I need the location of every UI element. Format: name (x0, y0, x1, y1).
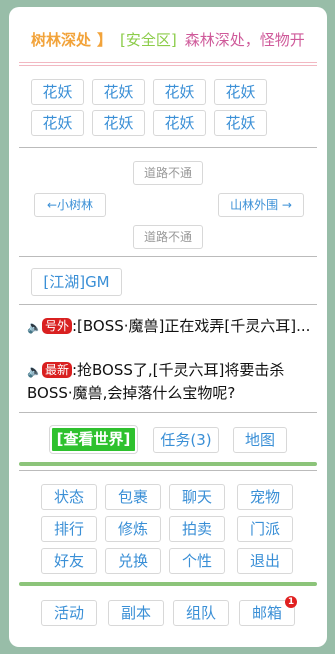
monster-button[interactable]: 花妖 (31, 110, 84, 136)
broadcast-message: 🔈 最新:抢BOSS了,[千灵六耳]将要击杀BOSS·魔兽,会掉落什么宝物呢? (27, 359, 317, 404)
menu-bag-button[interactable]: 包裹 (105, 484, 161, 510)
divider (19, 470, 317, 471)
speaker-icon: 🔈 (27, 320, 42, 334)
monster-button[interactable]: 花妖 (153, 110, 206, 136)
divider (19, 147, 317, 148)
nav-north-button[interactable]: 道路不通 (133, 161, 203, 185)
monster-button[interactable]: 花妖 (31, 79, 84, 105)
menu-logout-button[interactable]: 退出 (237, 548, 293, 574)
green-divider (19, 582, 317, 586)
nav-west-button[interactable]: ←小树林 (34, 193, 106, 217)
menu-status-button[interactable]: 状态 (41, 484, 97, 510)
message-tag: 最新 (41, 362, 72, 378)
divider (19, 256, 317, 257)
nav-south-button[interactable]: 道路不通 (133, 225, 203, 249)
divider (19, 65, 317, 66)
safe-zone-label: [安全区] (120, 31, 177, 49)
divider (19, 412, 317, 413)
location-description: 森林深处，怪物开 (184, 31, 305, 49)
map-button[interactable]: 地图 (233, 427, 287, 453)
green-divider (19, 462, 317, 466)
monster-button[interactable]: 花妖 (92, 79, 145, 105)
npc-button[interactable]: [江湖]GM (31, 268, 122, 296)
view-world-button[interactable]: [查看世界] (49, 425, 138, 454)
message-tag: 号外 (41, 318, 72, 334)
team-button[interactable]: 组队 (173, 600, 229, 626)
menu-pet-button[interactable]: 宠物 (237, 484, 293, 510)
location-header: 树林深处】 [安全区] 森林深处，怪物开 (9, 29, 327, 55)
divider (19, 304, 317, 305)
tasks-button[interactable]: 任务(3) (153, 427, 219, 453)
nav-east-button[interactable]: 山林外围 → (218, 193, 304, 217)
monster-button[interactable]: 花妖 (153, 79, 206, 105)
message-text[interactable]: :[BOSS·魔兽]正在戏弄[千灵六耳]... (72, 317, 310, 335)
game-panel: 树林深处】 [安全区] 森林深处，怪物开 花妖 花妖 花妖 花妖 花妖 花妖 花妖 … (9, 7, 327, 647)
speaker-icon: 🔈 (27, 364, 42, 378)
mail-badge: 1 (285, 596, 297, 608)
location-name[interactable]: 树林深处 (31, 29, 91, 50)
menu-redeem-button[interactable]: 兑换 (105, 548, 161, 574)
dungeon-button[interactable]: 副本 (108, 600, 164, 626)
monster-button[interactable]: 花妖 (214, 79, 267, 105)
menu-rank-button[interactable]: 排行 (41, 516, 97, 542)
menu-sect-button[interactable]: 门派 (237, 516, 293, 542)
location-bracket: 】 (97, 31, 113, 49)
menu-chat-button[interactable]: 聊天 (169, 484, 225, 510)
broadcast-message: 🔈 号外:[BOSS·魔兽]正在戏弄[千灵六耳]... (27, 315, 317, 338)
monster-button[interactable]: 花妖 (92, 110, 145, 136)
monster-button[interactable]: 花妖 (214, 110, 267, 136)
divider (19, 62, 317, 63)
activity-button[interactable]: 活动 (41, 600, 97, 626)
menu-auction-button[interactable]: 拍卖 (169, 516, 225, 542)
menu-friends-button[interactable]: 好友 (41, 548, 97, 574)
menu-profile-button[interactable]: 个性 (169, 548, 225, 574)
menu-train-button[interactable]: 修炼 (105, 516, 161, 542)
